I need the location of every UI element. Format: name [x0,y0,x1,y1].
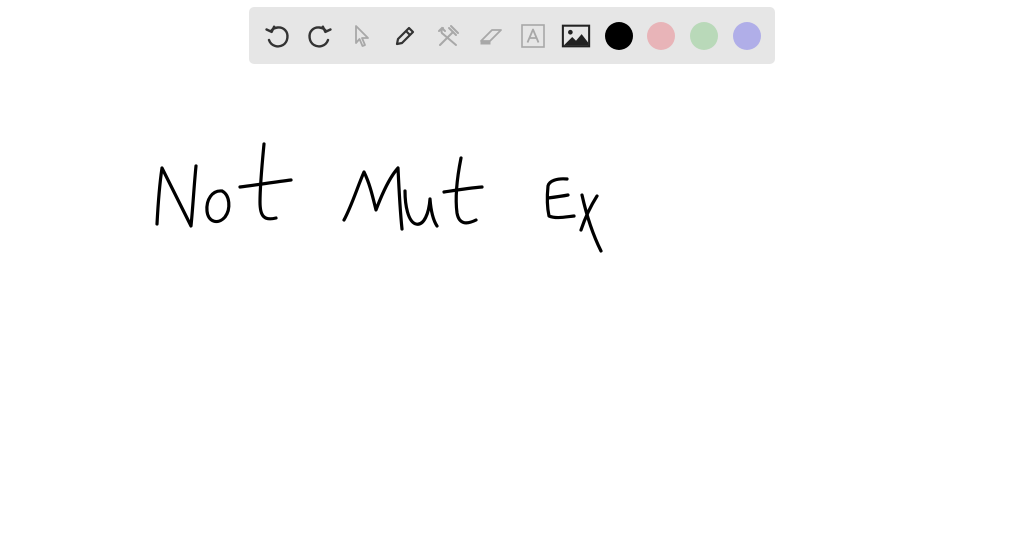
undo-icon [265,25,289,48]
image-icon [561,24,591,48]
ink-stroke-t-cross-2 [442,185,484,194]
color-swatch-green[interactable] [690,22,718,50]
pencil-icon [395,26,415,46]
eraser-tool-button[interactable] [476,21,506,51]
pen-tool-button[interactable] [390,21,420,51]
color-swatch-pink[interactable] [647,22,675,50]
ink-stroke-n [155,164,198,228]
handwriting-strokes [155,142,603,253]
text-box-icon [521,24,545,48]
pointer-icon [355,25,369,47]
redo-icon [308,25,332,48]
redo-button[interactable] [305,21,335,51]
ink-stroke-m [342,166,404,231]
ink-stroke-o [205,189,231,224]
text-tool-button[interactable] [518,21,548,51]
eraser-icon [480,29,502,45]
tools-button[interactable] [433,21,463,51]
color-swatch-black[interactable] [605,22,633,50]
color-swatch-lavender[interactable] [733,22,761,50]
select-tool-button[interactable] [347,21,377,51]
undo-button[interactable] [262,21,292,51]
ink-stroke-t-cross-1 [238,178,293,189]
drawing-toolbar [249,7,775,64]
ink-stroke-u [403,189,439,228]
ink-stroke-e-bar [546,193,570,200]
hammer-wrench-icon [438,25,459,46]
whiteboard-canvas[interactable] [0,0,1024,552]
image-tool-button[interactable] [561,21,591,51]
